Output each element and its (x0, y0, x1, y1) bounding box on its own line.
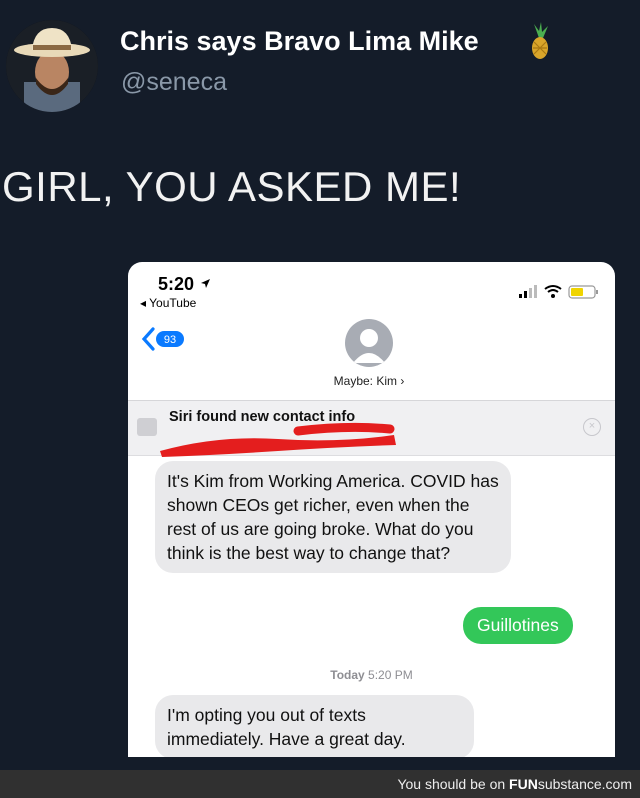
tweet-header: Chris says Bravo Lima Mike @seneca (0, 0, 640, 150)
signal-icon (519, 285, 537, 298)
incoming-message: I'm opting you out of texts immediately.… (155, 695, 474, 757)
pineapple-icon (532, 22, 548, 59)
unread-count: 93 (164, 334, 176, 346)
close-icon[interactable]: × (583, 418, 601, 436)
contact-name[interactable]: Maybe: Kim › (308, 374, 430, 388)
status-time: 5:20 (158, 274, 211, 295)
status-back-app[interactable]: ◂ YouTube (140, 296, 196, 310)
status-icons (519, 284, 601, 305)
chevron-left-icon (141, 327, 155, 351)
siri-suggestion-banner[interactable]: Siri found new contact info × (128, 401, 615, 457)
message-timestamp: Today 5:20 PM (330, 668, 413, 682)
screenshot-phone: 5:20 ◂ YouTube 93 Maybe: Kim › Siri foun… (128, 262, 615, 757)
outgoing-message: Guillotines (463, 607, 573, 644)
tweet-text: GIRL, YOU ASKED ME! (2, 163, 462, 210)
back-button[interactable]: 93 (140, 326, 188, 357)
red-redaction-scribble (160, 422, 396, 457)
avatar-image (6, 20, 98, 112)
wifi-icon (544, 285, 562, 298)
person-icon (353, 329, 385, 363)
display-name[interactable]: Chris says Bravo Lima Mike (120, 26, 479, 57)
contact-card-icon (137, 418, 157, 436)
avatar[interactable] (6, 20, 98, 112)
contact-avatar[interactable] (345, 319, 393, 367)
location-arrow-icon (201, 279, 211, 288)
battery-icon (568, 285, 598, 299)
watermark-footer: You should be on FUNsubstance.com (0, 770, 640, 798)
incoming-message: It's Kim from Working America. COVID has… (155, 461, 511, 573)
handle[interactable]: @seneca (121, 68, 227, 97)
watermark-text[interactable]: You should be on FUNsubstance.com (397, 776, 632, 792)
